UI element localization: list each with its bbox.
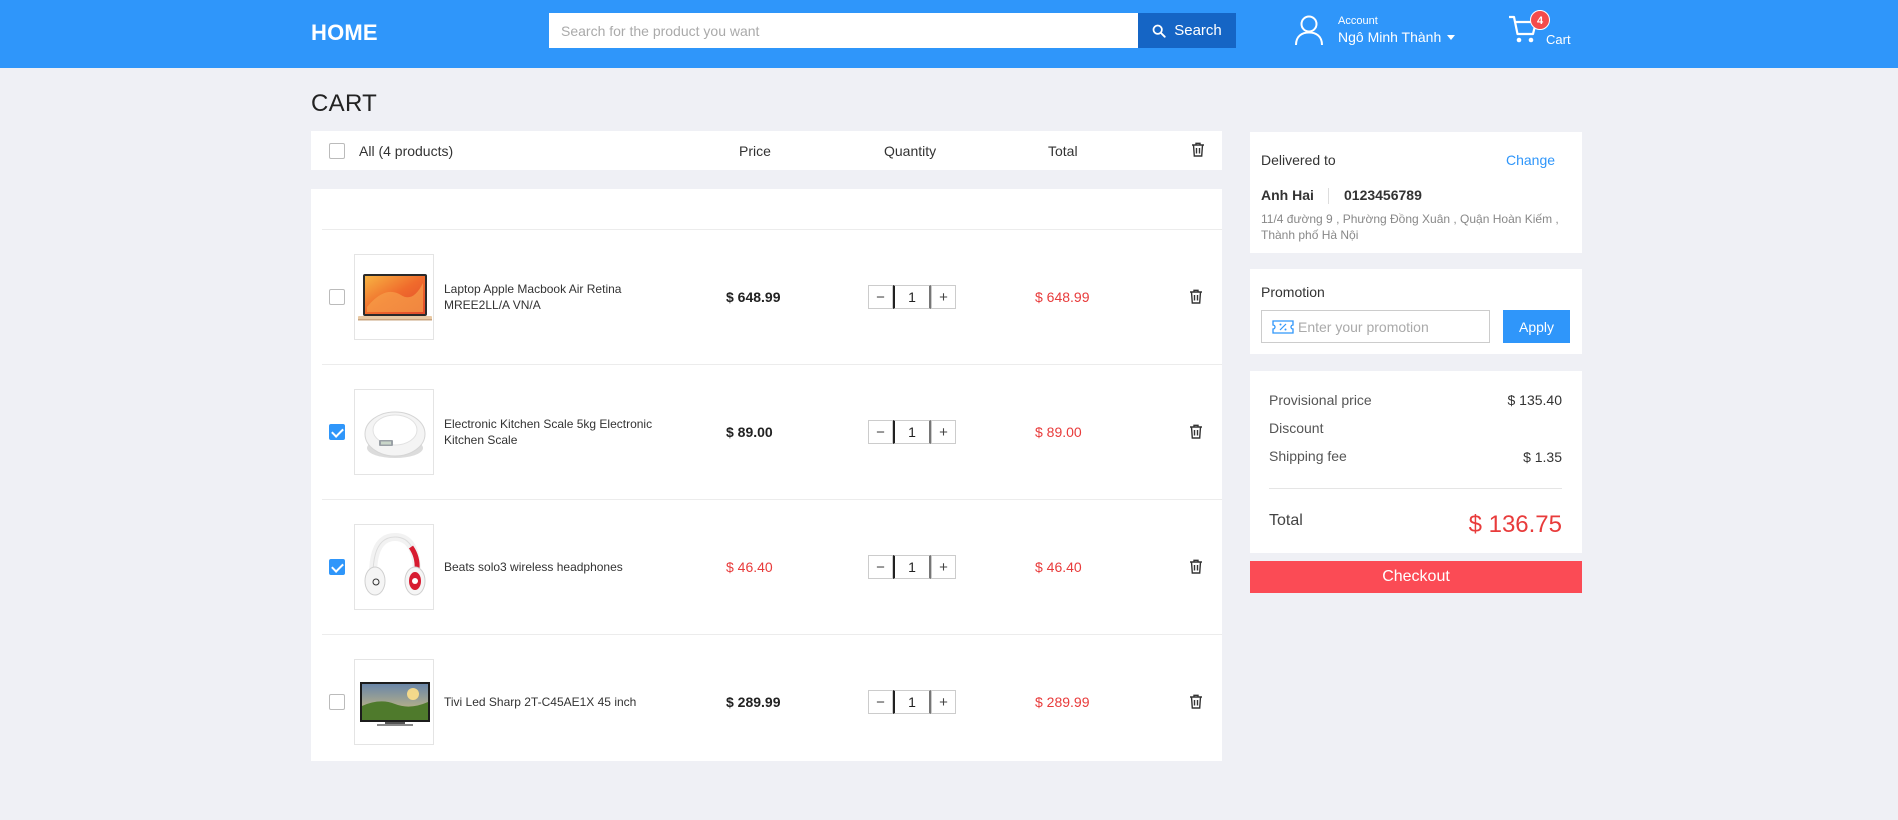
product-name[interactable]: Laptop Apple Macbook Air Retina MREE2LL/… [444, 281, 664, 313]
cart-button[interactable]: 4 Cart [1508, 10, 1578, 50]
cart-table-header: All (4 products) Price Quantity Total [311, 131, 1222, 170]
search-button[interactable]: Search [1138, 13, 1236, 48]
column-header-quantity: Quantity [884, 143, 937, 159]
quantity-input[interactable] [893, 690, 931, 714]
quantity-input[interactable] [893, 555, 931, 579]
decrease-quantity-button[interactable]: − [868, 420, 893, 444]
account-label: Account [1338, 15, 1378, 27]
quantity-stepper: − + [868, 420, 956, 444]
total-value: $ 136.75 [1468, 511, 1562, 538]
top-navigation-bar: HOME Search Account Ngô Minh Thành 4 Car… [0, 0, 1898, 68]
recipient-name: Anh Hai [1261, 187, 1314, 203]
item-checkbox[interactable] [329, 694, 345, 710]
product-name[interactable]: Beats solo3 wireless headphones [444, 559, 664, 575]
delivery-address-card: Delivered to Change Anh Hai 0123456789 1… [1250, 132, 1582, 253]
provisional-price-label: Provisional price [1269, 392, 1372, 408]
promotion-card: Promotion Apply [1250, 269, 1582, 354]
account-name: Ngô Minh Thành [1338, 29, 1442, 45]
increase-quantity-button[interactable]: + [931, 285, 956, 309]
item-checkbox[interactable] [329, 289, 345, 305]
cart-item-row: Laptop Apple Macbook Air Retina MREE2LL/… [311, 230, 1222, 365]
cart-label: Cart [1546, 32, 1571, 47]
quantity-stepper: − + [868, 285, 956, 309]
delivery-title: Delivered to [1261, 152, 1336, 168]
page-title: CART [311, 90, 378, 117]
decrease-quantity-button[interactable]: − [868, 555, 893, 579]
quantity-stepper: − + [868, 690, 956, 714]
coupon-ticket-icon [1272, 319, 1294, 334]
checkout-button[interactable]: Checkout [1250, 561, 1582, 593]
home-logo[interactable]: HOME [311, 20, 378, 46]
shipping-fee-label: Shipping fee [1269, 448, 1347, 464]
user-icon [1295, 15, 1323, 46]
promotion-input[interactable] [1298, 318, 1488, 335]
headphones-image[interactable] [354, 524, 434, 610]
product-price: $ 289.99 [726, 694, 781, 710]
discount-label: Discount [1269, 420, 1324, 436]
select-all-checkbox[interactable] [329, 143, 345, 159]
delete-item-trash-icon[interactable] [1189, 289, 1203, 304]
delete-item-trash-icon[interactable] [1189, 694, 1203, 709]
cart-item-row: Beats solo3 wireless headphones $ 46.40 … [311, 500, 1222, 635]
item-total: $ 89.00 [1035, 424, 1082, 440]
chevron-down-icon [1447, 34, 1456, 40]
search-input[interactable] [549, 13, 1138, 48]
search-button-label: Search [1174, 22, 1222, 39]
shipping-fee-value: $ 1.35 [1523, 449, 1562, 465]
summary-divider [1269, 488, 1562, 489]
cart-item-row: Tivi Led Sharp 2T-C45AE1X 45 inch $ 289.… [311, 635, 1222, 770]
provisional-price-value: $ 135.40 [1507, 392, 1563, 408]
cart-count-badge: 4 [1530, 10, 1550, 30]
order-summary-card: Provisional price $ 135.40 Discount Ship… [1250, 371, 1582, 553]
delete-item-trash-icon[interactable] [1189, 424, 1203, 439]
tv-image[interactable] [354, 659, 434, 745]
increase-quantity-button[interactable]: + [931, 420, 956, 444]
cart-item-row: Electronic Kitchen Scale 5kg Electronic … [311, 365, 1222, 500]
cart-item-list: Laptop Apple Macbook Air Retina MREE2LL/… [311, 189, 1222, 761]
column-header-total: Total [1048, 143, 1078, 159]
quantity-input[interactable] [893, 420, 931, 444]
increase-quantity-button[interactable]: + [931, 690, 956, 714]
quantity-stepper: − + [868, 555, 956, 579]
promotion-input-wrapper [1261, 310, 1490, 343]
product-price: $ 648.99 [726, 289, 781, 305]
item-total: $ 648.99 [1035, 289, 1090, 305]
kitchen-scale-image[interactable] [354, 389, 434, 475]
divider [1328, 188, 1329, 204]
delete-all-trash-icon[interactable] [1191, 142, 1205, 157]
delete-item-trash-icon[interactable] [1189, 559, 1203, 574]
select-all-label: All (4 products) [359, 143, 454, 159]
recipient-phone: 0123456789 [1344, 187, 1422, 203]
item-checkbox[interactable] [329, 559, 345, 575]
change-address-link[interactable]: Change [1506, 152, 1555, 168]
product-name[interactable]: Tivi Led Sharp 2T-C45AE1X 45 inch [444, 694, 664, 710]
apply-promotion-button[interactable]: Apply [1503, 310, 1570, 343]
product-price: $ 46.40 [726, 559, 773, 575]
recipient-address: 11/4 đường 9 , Phường Đồng Xuân , Quận H… [1261, 212, 1559, 242]
promotion-title: Promotion [1261, 284, 1325, 300]
decrease-quantity-button[interactable]: − [868, 690, 893, 714]
account-menu[interactable]: Account Ngô Minh Thành [1294, 12, 1456, 48]
search-icon [1152, 24, 1166, 38]
decrease-quantity-button[interactable]: − [868, 285, 893, 309]
total-label: Total [1269, 512, 1303, 529]
laptop-image[interactable] [354, 254, 434, 340]
quantity-input[interactable] [893, 285, 931, 309]
product-price: $ 89.00 [726, 424, 773, 440]
product-name[interactable]: Electronic Kitchen Scale 5kg Electronic … [444, 416, 664, 448]
column-header-price: Price [739, 143, 771, 159]
item-total: $ 46.40 [1035, 559, 1082, 575]
item-total: $ 289.99 [1035, 694, 1090, 710]
item-checkbox[interactable] [329, 424, 345, 440]
increase-quantity-button[interactable]: + [931, 555, 956, 579]
